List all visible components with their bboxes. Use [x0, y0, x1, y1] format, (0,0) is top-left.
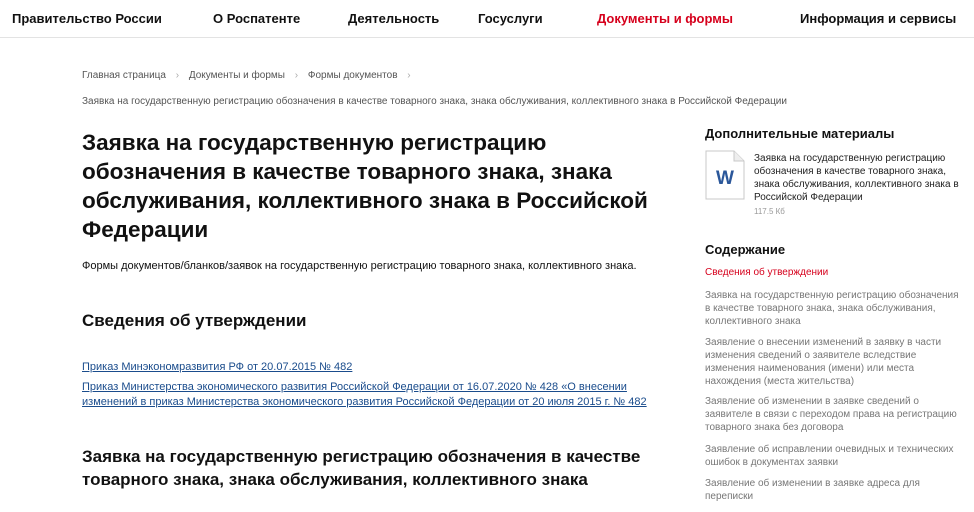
contents-title: Содержание: [705, 242, 786, 257]
toc-item-changes-transfer[interactable]: Заявление об изменении в заявке сведений…: [705, 395, 960, 434]
breadcrumb-separator: ›: [407, 70, 411, 81]
order-link-482[interactable]: Приказ Минэкономразвития РФ от 20.07.201…: [82, 360, 672, 375]
breadcrumb-forms[interactable]: Формы документов: [308, 70, 398, 81]
word-document-icon[interactable]: W: [705, 150, 745, 200]
top-navigation: Правительство России О Роспатенте Деятел…: [0, 0, 974, 38]
nav-item-documents[interactable]: Документы и формы: [597, 11, 733, 26]
order-link-428[interactable]: Приказ Министерства экономического разви…: [82, 380, 672, 410]
breadcrumb-home[interactable]: Главная страница: [82, 70, 166, 81]
breadcrumb-separator: ›: [294, 70, 299, 81]
page-lead: Формы документов/бланков/заявок на госуд…: [82, 260, 637, 272]
nav-item-info[interactable]: Информация и сервисы: [800, 11, 956, 26]
approval-heading: Сведения об утверждении: [82, 311, 307, 330]
breadcrumb-separator: ›: [175, 70, 180, 81]
breadcrumb-documents[interactable]: Документы и формы: [189, 70, 285, 81]
additional-materials-title: Дополнительные материалы: [705, 126, 895, 141]
toc-item-approval[interactable]: Сведения об утверждении: [705, 266, 960, 279]
breadcrumb: Главная страница › Документы и формы › Ф…: [82, 70, 418, 81]
toc-item-correction[interactable]: Заявление об исправлении очевидных и тех…: [705, 443, 960, 469]
toc-item-changes-name[interactable]: Заявление о внесении изменений в заявку …: [705, 336, 960, 388]
nav-item-services[interactable]: Госуслуги: [478, 11, 543, 26]
section-heading: Заявка на государственную регистрацию об…: [82, 447, 641, 489]
page-title: Заявка на государственную регистрацию об…: [82, 130, 648, 242]
attachment-size: 117.5 Кб: [754, 207, 785, 216]
nav-item-about[interactable]: О Роспатенте: [213, 11, 300, 26]
toc-item-address[interactable]: Заявление об изменении в заявке адреса д…: [705, 477, 960, 503]
nav-item-government[interactable]: Правительство России: [12, 11, 162, 26]
word-letter: W: [716, 168, 734, 189]
breadcrumb-current: Заявка на государственную регистрацию об…: [82, 96, 787, 107]
attachment-link[interactable]: Заявка на государственную регистрацию об…: [754, 152, 969, 204]
toc-item-application[interactable]: Заявка на государственную регистрацию об…: [705, 289, 960, 328]
nav-item-activity[interactable]: Деятельность: [348, 11, 439, 26]
